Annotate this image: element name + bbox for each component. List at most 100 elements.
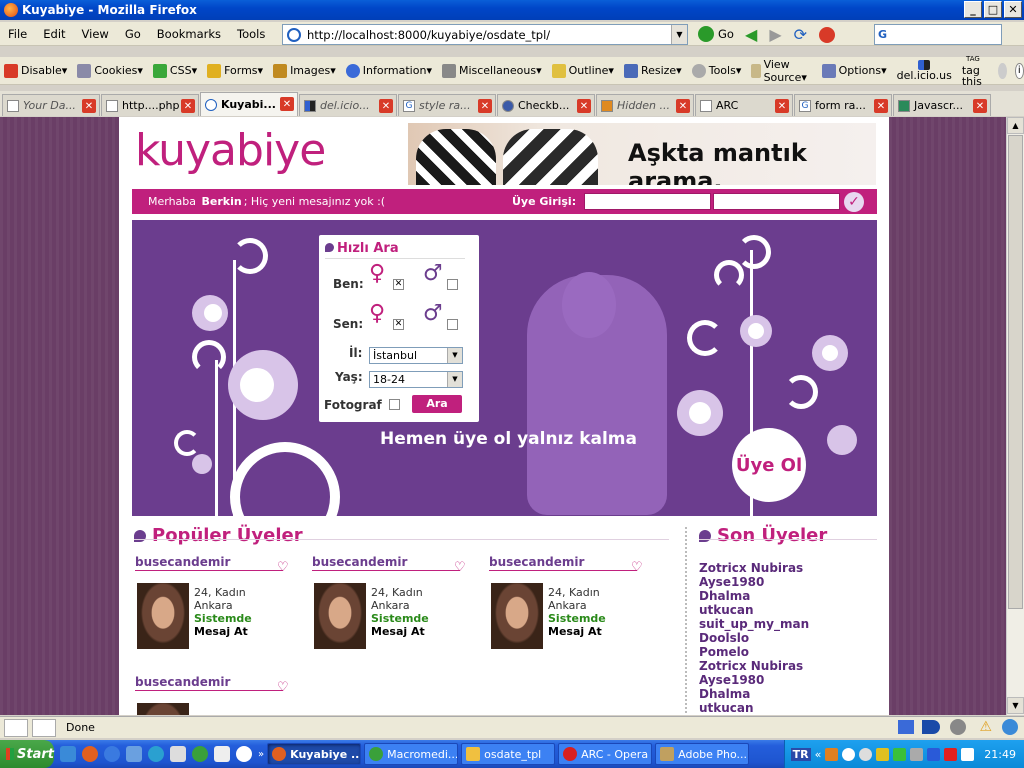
member-username[interactable]: busecandemir — [312, 555, 460, 571]
send-message-link[interactable]: Mesaj At — [194, 625, 252, 638]
info-icon[interactable]: i — [1014, 62, 1024, 79]
clock[interactable]: 21:49 — [984, 748, 1016, 761]
address-bar[interactable]: http://localhost:8000/kuyabiye/osdate_tp… — [282, 24, 688, 45]
quicklaunch-icon[interactable] — [60, 746, 76, 762]
scroll-thumb[interactable] — [1008, 135, 1023, 609]
send-message-link[interactable]: Mesaj At — [371, 625, 429, 638]
menu-go[interactable]: Go — [117, 27, 149, 41]
login-password-input[interactable] — [713, 193, 840, 210]
status-icon-2[interactable] — [32, 718, 56, 737]
ben-female-checkbox[interactable]: ✕ — [393, 279, 404, 290]
media-play-icon[interactable] — [236, 746, 252, 762]
quicklaunch-icon[interactable] — [170, 746, 186, 762]
menu-bookmarks[interactable]: Bookmarks — [149, 27, 229, 41]
city-select[interactable]: İstanbul ▼ — [369, 347, 463, 364]
tray-icon[interactable] — [961, 747, 975, 761]
toolbar-tools[interactable]: Tools▾ — [688, 63, 748, 78]
tab-arc[interactable]: ARC ✕ — [695, 94, 793, 116]
quicklaunch-icon[interactable] — [148, 746, 164, 762]
close-tab-icon[interactable]: ✕ — [379, 99, 393, 113]
tag-this-button[interactable]: TAG tag this — [958, 54, 990, 87]
toolbar-options[interactable]: Options▾ — [818, 63, 893, 78]
toolbar-disable[interactable]: Disable▾ — [0, 63, 73, 78]
member-username[interactable]: busecandemir — [135, 555, 283, 571]
signup-button[interactable]: Üye Ol — [732, 428, 806, 502]
recent-member-link[interactable]: utkucan — [699, 701, 809, 715]
login-username-input[interactable] — [584, 193, 711, 210]
member-card[interactable]: busecandemir ♡ 24, Kadın Ankara Sistemde… — [489, 555, 649, 655]
banner-ad[interactable]: Aşkta mantık arama. — [408, 123, 876, 185]
vertical-scrollbar[interactable]: ▲ ▼ — [1006, 117, 1024, 715]
forward-icon[interactable]: ▶ — [769, 25, 781, 44]
firefox-quicklaunch-icon[interactable] — [82, 746, 98, 762]
tab-javascr[interactable]: Javascr... ✕ — [893, 94, 991, 116]
tray-icon[interactable] — [825, 747, 839, 761]
recent-member-link[interactable]: Dhalma — [699, 589, 809, 603]
member-photo[interactable] — [137, 583, 189, 649]
delicious-button[interactable]: del.icio.us — [893, 60, 958, 81]
tab-hidden[interactable]: Hidden ... ✕ — [596, 94, 694, 116]
expand-icon[interactable]: » — [258, 749, 264, 760]
search-box[interactable]: G — [874, 24, 1002, 45]
menu-tools[interactable]: Tools — [229, 27, 273, 41]
maximize-button[interactable]: □ — [984, 1, 1002, 18]
reload-icon[interactable]: ⟳ — [794, 25, 807, 44]
tray-icon[interactable] — [893, 747, 907, 761]
globe-icon[interactable] — [1002, 719, 1018, 735]
chevron-down-icon[interactable]: ▼ — [447, 348, 462, 363]
ie-quicklaunch-icon[interactable] — [104, 746, 120, 762]
recent-member-link[interactable]: suit_up_my_man — [699, 617, 809, 631]
status-tray-icon[interactable] — [898, 720, 914, 734]
tab-your-da[interactable]: Your Da... ✕ — [2, 94, 100, 116]
menu-file[interactable]: File — [0, 27, 35, 41]
tray-icon[interactable] — [944, 747, 958, 761]
login-submit-icon[interactable]: ✓ — [844, 192, 864, 212]
quicklaunch-icon[interactable] — [214, 746, 230, 762]
scroll-down-icon[interactable]: ▼ — [1007, 697, 1024, 714]
recent-member-link[interactable]: utkucan — [699, 603, 809, 617]
menu-view[interactable]: View — [74, 27, 117, 41]
toolbar-images[interactable]: Images▾ — [269, 63, 342, 78]
member-photo[interactable] — [314, 583, 366, 649]
back-icon[interactable]: ◀ — [745, 25, 757, 44]
minimize-button[interactable]: _ — [964, 1, 982, 18]
recent-member-link[interactable]: Pomelo — [699, 645, 809, 659]
tab-style-ra[interactable]: Gstyle ra... ✕ — [398, 94, 496, 116]
close-tab-icon[interactable]: ✕ — [676, 99, 690, 113]
tray-icon[interactable] — [910, 747, 924, 761]
taskbar-photoshop[interactable]: Adobe Pho... — [655, 743, 750, 765]
taskbar-osdate-tpl[interactable]: osdate_tpl — [461, 743, 556, 765]
tab-checkb[interactable]: Checkb... ✕ — [497, 94, 595, 116]
language-indicator[interactable]: TR — [790, 747, 811, 761]
close-tab-icon[interactable]: ✕ — [280, 97, 294, 111]
toolbar-outline[interactable]: Outline▾ — [548, 63, 620, 78]
toolbar-forms[interactable]: Forms▾ — [203, 63, 269, 78]
close-window-button[interactable]: ✕ — [1004, 1, 1022, 18]
tray-expand-icon[interactable]: « — [815, 748, 822, 761]
toolbar-cookies[interactable]: Cookies▾ — [73, 63, 149, 78]
member-username[interactable]: busecandemir — [135, 675, 283, 691]
tab-form-ra[interactable]: Gform ra... ✕ — [794, 94, 892, 116]
close-tab-icon[interactable]: ✕ — [973, 99, 987, 113]
toolbar-css[interactable]: CSS▾ — [149, 63, 203, 78]
member-card[interactable]: busecandemir ♡ 24, Kadın Ankara Sistemde… — [312, 555, 472, 655]
ben-male-checkbox[interactable] — [447, 279, 458, 290]
close-tab-icon[interactable]: ✕ — [874, 99, 888, 113]
recent-member-link[interactable]: Ayse1980 — [699, 575, 809, 589]
taskbar-firefox[interactable]: Kuyabiye ... — [267, 743, 362, 765]
tab-http-php[interactable]: http....php ✕ — [101, 94, 199, 116]
taskbar-opera[interactable]: ARC - Opera — [558, 743, 653, 765]
tab-delicious[interactable]: del.icio... ✕ — [299, 94, 397, 116]
shield-icon[interactable] — [876, 747, 890, 761]
warning-icon[interactable]: ⚠ — [979, 719, 992, 735]
url-text[interactable]: http://localhost:8000/kuyabiye/osdate_tp… — [307, 28, 550, 42]
toolbar-view-source[interactable]: View Source▾ — [747, 58, 817, 84]
toolbar-miscellaneous[interactable]: Miscellaneous▾ — [438, 63, 548, 78]
sen-male-checkbox[interactable] — [447, 319, 458, 330]
check-icon[interactable] — [998, 62, 1007, 79]
close-tab-icon[interactable]: ✕ — [181, 99, 195, 113]
quicklaunch-icon[interactable] — [192, 746, 208, 762]
quicklaunch-icon[interactable] — [126, 746, 142, 762]
sen-female-checkbox[interactable]: ✕ — [393, 319, 404, 330]
close-tab-icon[interactable]: ✕ — [577, 99, 591, 113]
